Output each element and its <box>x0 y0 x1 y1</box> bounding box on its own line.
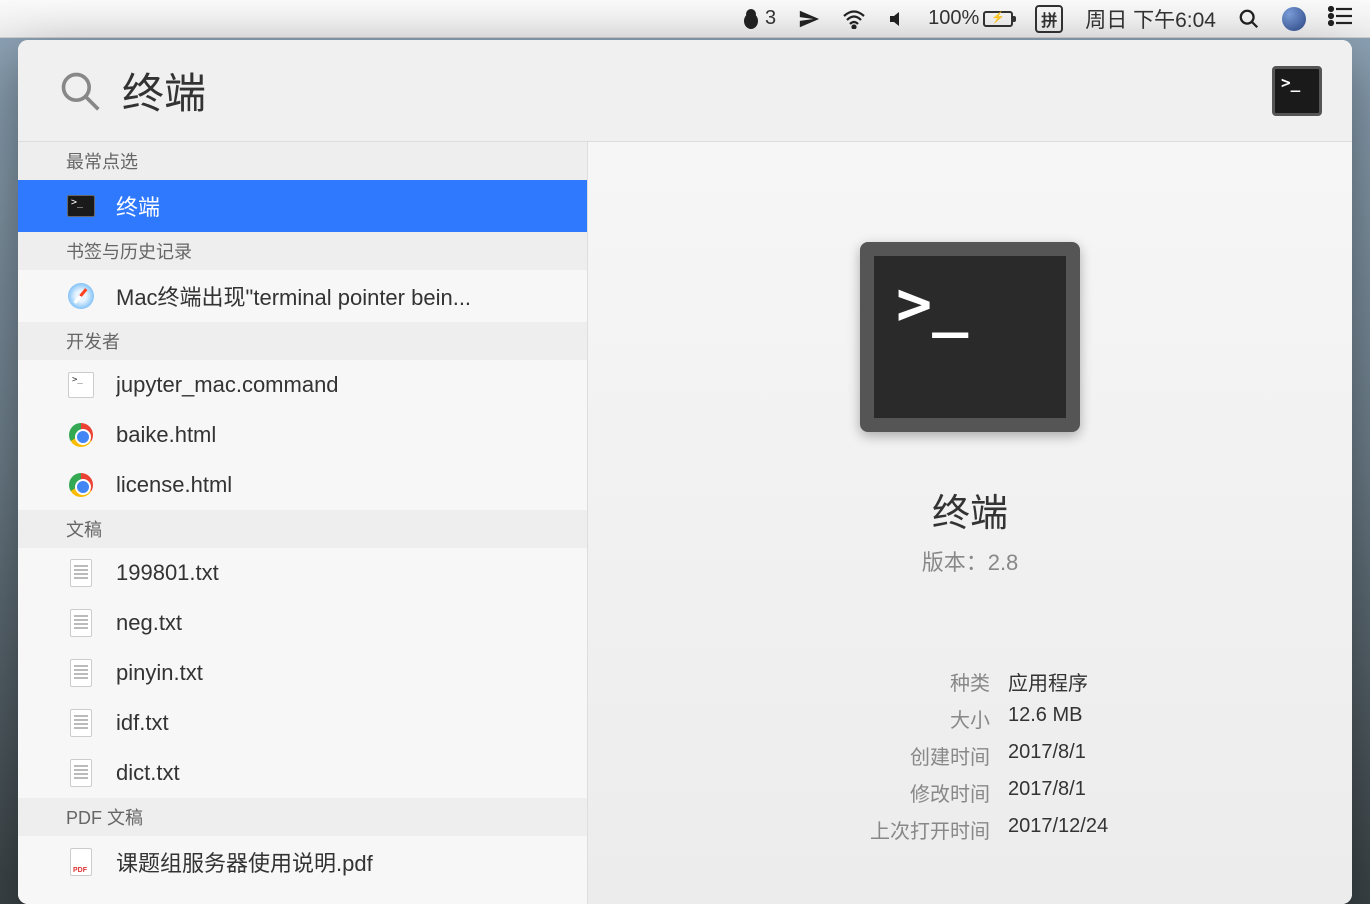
text-file-icon <box>70 659 92 687</box>
result-label: 199801.txt <box>116 560 219 586</box>
detail-row: 大小12.6 MB <box>648 704 1292 733</box>
result-row[interactable]: neg.txt <box>18 598 587 648</box>
section-header: 书签与历史记录 <box>18 232 587 270</box>
result-row[interactable]: Mac终端出现"terminal pointer bein... <box>18 270 587 322</box>
results-panel: 最常点选 >_ 终端书签与历史记录 Mac终端出现"terminal pointer … <box>18 142 588 904</box>
section-header: 最常点选 <box>18 142 587 180</box>
result-label: pinyin.txt <box>116 660 203 686</box>
preview-panel: >_ 终端 版本：2.8 种类应用程序大小12.6 MB创建时间2017/8/1… <box>588 142 1352 904</box>
search-input[interactable]: 终端 <box>122 60 1272 121</box>
text-file-icon <box>70 609 92 637</box>
detail-label: 种类 <box>648 667 1008 696</box>
terminal-app-icon: >_ <box>860 242 1080 432</box>
command-file-icon <box>68 372 94 398</box>
result-label: neg.txt <box>116 610 182 636</box>
detail-label: 上次打开时间 <box>648 815 1008 844</box>
input-method-indicator[interactable]: 拼 <box>1035 5 1063 33</box>
datetime[interactable]: 周日 下午6:04 <box>1085 4 1216 34</box>
result-label: license.html <box>116 472 232 498</box>
result-label: 终端 <box>116 190 160 222</box>
detail-row: 创建时间2017/8/1 <box>648 741 1292 770</box>
wifi-icon[interactable] <box>842 9 866 29</box>
spotlight-window: 终端 >_ 最常点选>_终端书签与历史记录Mac终端出现"terminal po… <box>18 40 1352 904</box>
detail-value: 12.6 MB <box>1008 704 1082 733</box>
pdf-file-icon <box>70 848 92 876</box>
battery-percent: 100% <box>928 7 979 30</box>
detail-row: 上次打开时间2017/12/24 <box>648 815 1292 844</box>
result-row[interactable]: 课题组服务器使用说明.pdf <box>18 836 587 888</box>
detail-label: 修改时间 <box>648 778 1008 807</box>
section-header: 文稿 <box>18 510 587 548</box>
result-row[interactable]: license.html <box>18 460 587 510</box>
text-file-icon <box>70 709 92 737</box>
preview-version: 版本：2.8 <box>922 545 1019 577</box>
detail-label: 创建时间 <box>648 741 1008 770</box>
result-label: dict.txt <box>116 760 180 786</box>
search-header: 终端 >_ <box>18 40 1352 141</box>
terminal-icon: >_ <box>67 195 95 217</box>
menubar: 3 100% ⚡ 拼 周日 下午6:04 <box>0 0 1370 38</box>
app-icon-thumbnail: >_ <box>1272 66 1322 116</box>
result-label: jupyter_mac.command <box>116 372 339 398</box>
preview-details: 种类应用程序大小12.6 MB创建时间2017/8/1修改时间2017/8/1上… <box>588 667 1352 852</box>
qq-badge: 3 <box>765 7 776 30</box>
result-label: Mac终端出现"terminal pointer bein... <box>116 280 471 312</box>
section-header: 开发者 <box>18 322 587 360</box>
result-row[interactable]: jupyter_mac.command <box>18 360 587 410</box>
chrome-icon <box>69 423 93 447</box>
result-row[interactable]: idf.txt <box>18 698 587 748</box>
detail-row: 修改时间2017/8/1 <box>648 778 1292 807</box>
result-label: baike.html <box>116 422 216 448</box>
preview-title: 终端 <box>932 482 1008 537</box>
penguin-icon <box>741 8 761 30</box>
spotlight-menubar-icon[interactable] <box>1238 8 1260 30</box>
result-row[interactable]: dict.txt <box>18 748 587 798</box>
battery-icon: ⚡ <box>983 11 1013 27</box>
chrome-icon <box>69 473 93 497</box>
battery-status[interactable]: 100% ⚡ <box>928 7 1013 30</box>
send-icon[interactable] <box>798 8 820 30</box>
result-label: 课题组服务器使用说明.pdf <box>116 846 373 878</box>
safari-icon <box>68 283 94 309</box>
qq-status[interactable]: 3 <box>741 7 776 30</box>
result-row[interactable]: baike.html <box>18 410 587 460</box>
spotlight-body: 最常点选>_终端书签与历史记录Mac终端出现"terminal pointer … <box>18 141 1352 904</box>
result-row[interactable]: 199801.txt <box>18 548 587 598</box>
detail-value: 2017/12/24 <box>1008 815 1108 844</box>
detail-label: 大小 <box>648 704 1008 733</box>
result-row[interactable]: pinyin.txt <box>18 648 587 698</box>
text-file-icon <box>70 759 92 787</box>
result-row[interactable]: >_ 终端 <box>18 180 587 232</box>
detail-value: 2017/8/1 <box>1008 778 1086 807</box>
result-label: idf.txt <box>116 710 169 736</box>
detail-row: 种类应用程序 <box>648 667 1292 696</box>
section-header: PDF 文稿 <box>18 798 587 836</box>
detail-value: 2017/8/1 <box>1008 741 1086 770</box>
notification-center-icon[interactable] <box>1328 6 1352 32</box>
siri-icon[interactable] <box>1282 7 1306 31</box>
search-icon <box>58 69 102 113</box>
text-file-icon <box>70 559 92 587</box>
volume-icon[interactable] <box>888 10 906 28</box>
detail-value: 应用程序 <box>1008 667 1088 696</box>
